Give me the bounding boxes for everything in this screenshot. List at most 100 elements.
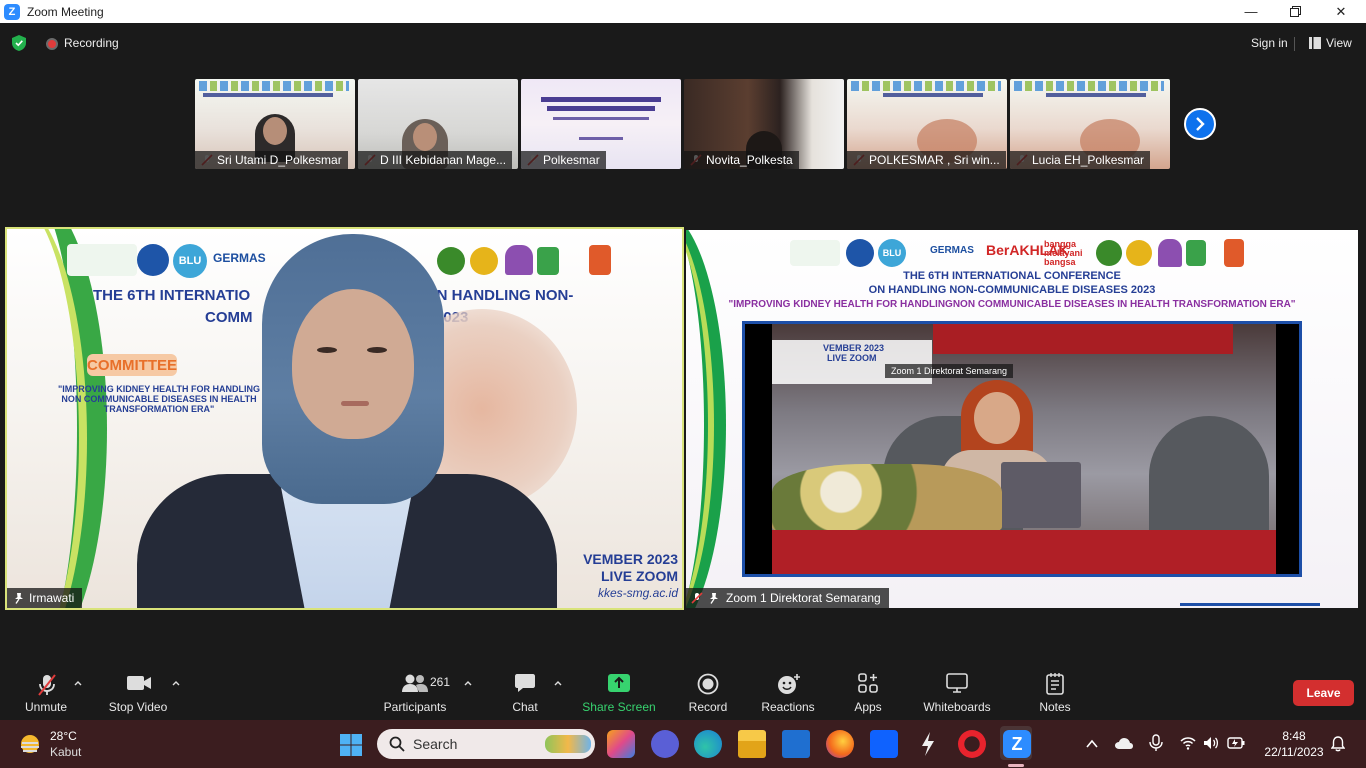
chat-label: Chat <box>512 700 538 714</box>
video-tile-irmawati[interactable]: BLU GERMAS THE 6TH INTERNATIO ON HANDLIN… <box>5 227 684 610</box>
chat-bubble-icon <box>515 674 535 692</box>
presenter-face <box>974 392 1020 444</box>
tutwuri-logo <box>137 244 169 276</box>
notes-button[interactable]: Notes <box>1034 664 1076 720</box>
video-tile-zoom1-direktorat[interactable]: BLU GERMAS BerAKHLAK bangga melayani ban… <box>686 230 1358 608</box>
banner-title-line1-end: ON HANDLING NON- <box>425 287 574 304</box>
battery-icon[interactable] <box>1227 737 1245 749</box>
participant-strip: Sri Utami D_Polkesmar D III Kebidanan Ma… <box>195 79 1170 169</box>
banner-text <box>541 97 661 102</box>
mail-icon[interactable] <box>782 730 810 758</box>
participant-thumbnail[interactable]: Polkesmar <box>521 79 681 169</box>
reactions-button[interactable]: Reactions <box>760 664 816 720</box>
participants-button[interactable]: 261 Participants <box>382 664 450 720</box>
apps-button[interactable]: Apps <box>849 664 887 720</box>
windows-start-icon[interactable] <box>339 733 363 757</box>
meeting-topbar: Recording Sign in View <box>0 23 1366 63</box>
whiteboards-button[interactable]: Whiteboards <box>920 664 994 720</box>
file-explorer-icon[interactable] <box>738 730 766 758</box>
participant-name: Novita_Polkesta <box>684 151 799 169</box>
mic-tray-icon[interactable] <box>1149 734 1163 752</box>
weather-desc[interactable]: Kabut <box>50 745 81 759</box>
shield-icon[interactable] <box>12 35 26 51</box>
partner-logo <box>1186 240 1206 266</box>
chevron-up-icon[interactable] <box>553 678 563 688</box>
banner-title-line2: COMM <box>205 309 253 326</box>
stage-backdrop <box>933 324 1233 354</box>
participant-thumbnail[interactable]: Sri Utami D_Polkesmar <box>195 79 355 169</box>
sign-in-button[interactable]: Sign in <box>1243 33 1296 53</box>
chevron-up-icon[interactable] <box>1085 737 1099 751</box>
weather-sun-icon[interactable] <box>16 730 44 758</box>
onedrive-cloud-icon[interactable] <box>1114 736 1134 750</box>
bangga-logo: bangga melayani bangsa <box>1044 239 1083 267</box>
participant-name: Lucia EH_Polkesmar <box>1010 151 1151 169</box>
blu-logo: BLU <box>878 239 906 267</box>
record-button[interactable]: Record <box>686 664 730 720</box>
weather-temp[interactable]: 28°C <box>50 729 77 743</box>
opera-icon[interactable] <box>958 730 986 758</box>
share-screen-button[interactable]: Share Screen <box>582 664 656 720</box>
stop-video-button[interactable]: Stop Video <box>106 664 170 720</box>
chevron-right-icon <box>1196 117 1205 131</box>
firefox-icon[interactable] <box>826 730 854 758</box>
view-label: View <box>1326 36 1352 50</box>
banner-date: VEMBER 2023 <box>583 551 678 567</box>
apps-icon <box>858 673 878 693</box>
zoom-app-icon[interactable]: Z <box>1003 730 1031 758</box>
unmute-label: Unmute <box>24 700 68 714</box>
participant-thumbnail[interactable]: POLKESMAR , Sri win... <box>847 79 1007 169</box>
banner-header-line1: THE 6TH INTERNATIONAL CONFERENCE <box>903 270 1121 282</box>
participant-thumbnail[interactable]: D III Kebidanan Mage... <box>358 79 518 169</box>
copilot-icon[interactable] <box>607 730 635 758</box>
minimize-button[interactable]: — <box>1228 0 1274 23</box>
partner-logo <box>1158 239 1182 267</box>
banner-title-line1: THE 6TH INTERNATIO <box>93 287 251 304</box>
speaker-eye <box>367 347 387 353</box>
clock-time[interactable]: 8:48 <box>1258 729 1330 743</box>
app-bolt-icon[interactable] <box>914 730 942 758</box>
partner-logo <box>1126 240 1152 266</box>
laptop <box>1001 462 1081 528</box>
meet-icon[interactable] <box>651 730 679 758</box>
wifi-icon[interactable] <box>1180 736 1196 750</box>
logo-strip <box>199 81 349 91</box>
banner-text <box>547 106 655 111</box>
share-name-label: Zoom 1 Direktorat Semarang <box>686 588 889 608</box>
restore-button[interactable] <box>1272 0 1318 23</box>
speaker-mouth <box>341 401 369 406</box>
participant-thumbnail[interactable]: Lucia EH_Polkesmar <box>1010 79 1170 169</box>
notes-label: Notes <box>1039 700 1071 714</box>
volume-icon[interactable] <box>1203 736 1219 750</box>
chat-button[interactable]: Chat <box>505 664 545 720</box>
unmute-button[interactable]: Unmute <box>22 664 70 720</box>
ministry-logo <box>67 244 137 276</box>
taskbar-search[interactable]: Search <box>377 729 595 759</box>
chevron-up-icon[interactable] <box>171 678 181 688</box>
chevron-up-icon[interactable] <box>463 678 473 688</box>
leave-button[interactable]: Leave <box>1293 680 1354 706</box>
share-name: Zoom 1 Direktorat Semarang <box>726 591 881 605</box>
flower-arrangement <box>772 464 1002 534</box>
next-page-button[interactable] <box>1184 108 1216 140</box>
search-icon <box>389 736 405 752</box>
ministry-logo <box>790 240 840 266</box>
partner-logo <box>470 247 498 275</box>
close-button[interactable]: ✕ <box>1318 0 1364 23</box>
share-screen-icon <box>608 674 630 692</box>
participant-name: POLKESMAR , Sri win... <box>847 151 1006 169</box>
dropbox-icon[interactable] <box>870 730 898 758</box>
germas-logo: GERMAS <box>213 251 266 265</box>
partner-logo <box>589 245 611 275</box>
partner-logo <box>505 245 533 275</box>
chevron-up-icon[interactable] <box>73 678 83 688</box>
banner-underline <box>1180 603 1320 606</box>
clock-date[interactable]: 22/11/2023 <box>1258 745 1330 759</box>
speaker-eye <box>317 347 337 353</box>
notification-bell-icon[interactable] <box>1331 736 1345 752</box>
view-button[interactable]: View <box>1303 33 1358 53</box>
share-screen-label: Share Screen <box>582 700 656 714</box>
participant-thumbnail[interactable]: Novita_Polkesta <box>684 79 844 169</box>
pin-icon <box>710 593 718 604</box>
edge-icon[interactable] <box>694 730 722 758</box>
